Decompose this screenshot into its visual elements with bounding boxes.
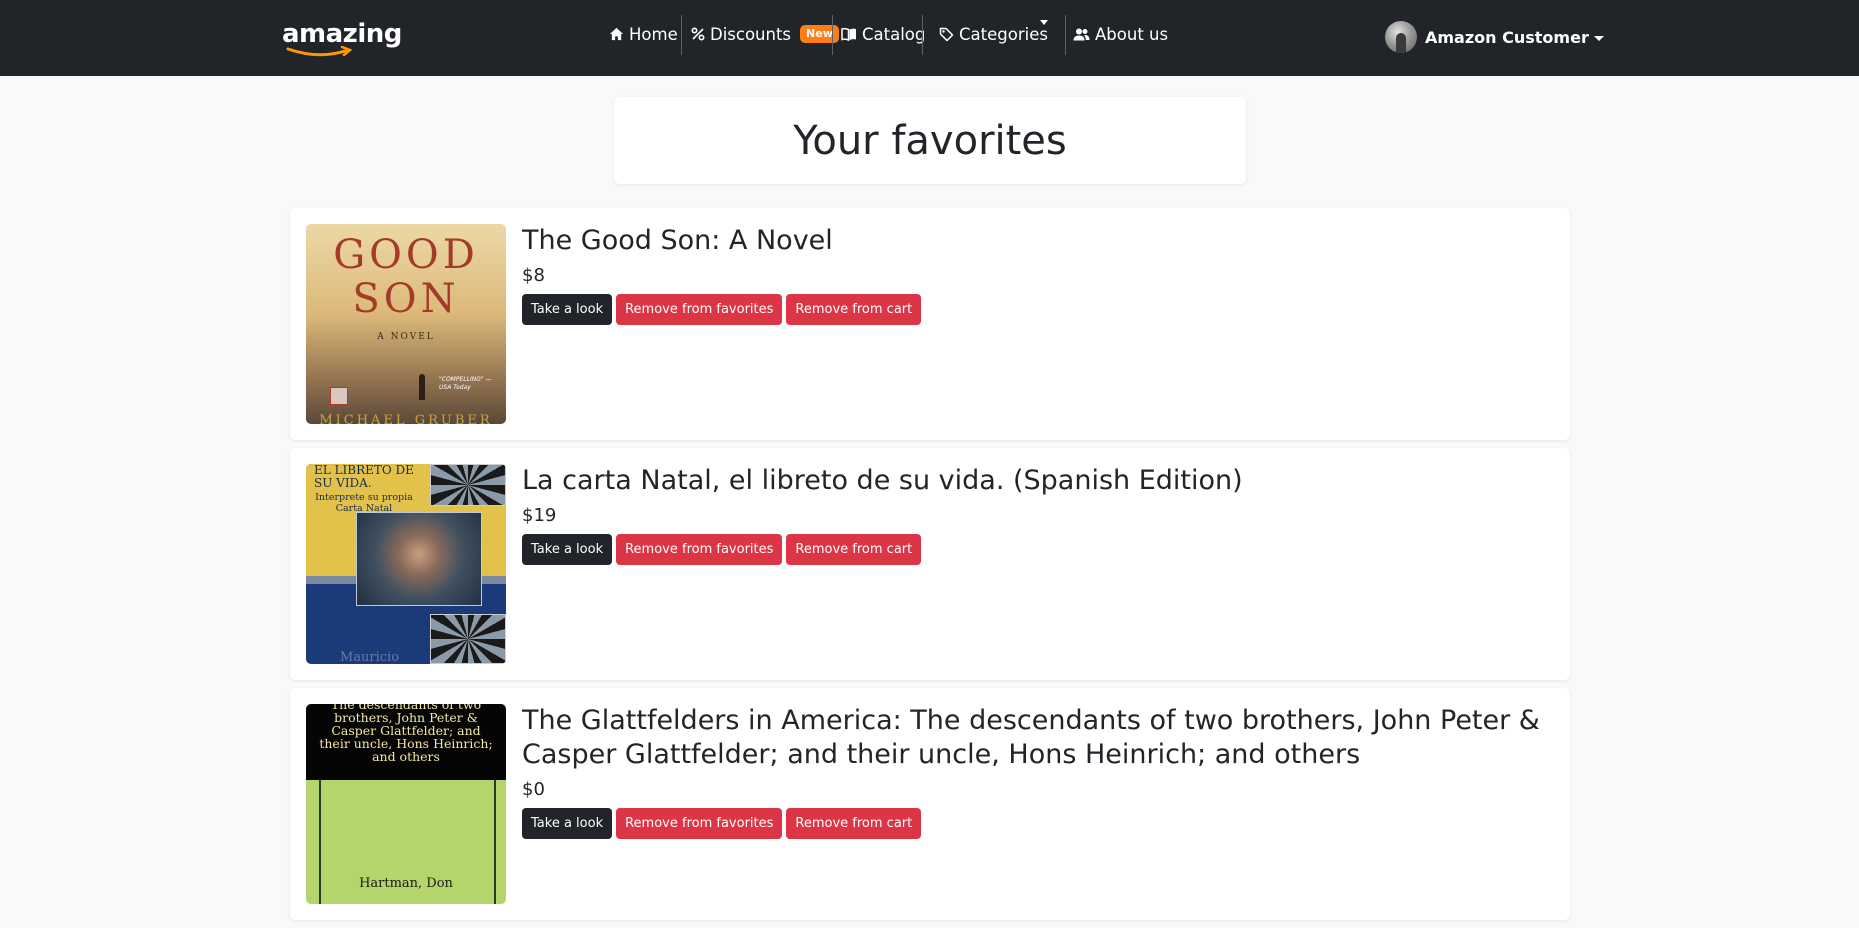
- navbar: amazing Home Discounts New Catalog Categ…: [0, 0, 1859, 76]
- remove-from-favorites-button[interactable]: Remove from favorites: [616, 294, 783, 325]
- nav-about[interactable]: About us: [1073, 21, 1168, 47]
- favorite-item: The descendants of two brothers, John Pe…: [290, 688, 1570, 920]
- product-title: The Good Son: A Novel: [522, 225, 833, 256]
- tag-icon: [939, 27, 954, 41]
- users-icon: [1073, 28, 1090, 40]
- take-a-look-button[interactable]: Take a look: [522, 808, 613, 839]
- percent-icon: [691, 27, 705, 41]
- cover-text: A NOVEL: [377, 332, 435, 342]
- cover-text: Hartman, Don: [359, 876, 453, 891]
- favorite-item: EL LIBRETO DE SU VIDA. Interprete su pro…: [290, 448, 1570, 680]
- brand-logo[interactable]: amazing: [282, 19, 402, 57]
- nav-home[interactable]: Home: [609, 21, 678, 47]
- cover-text: Mauricio: [340, 650, 400, 664]
- product-info: La carta Natal, el libreto de su vida. (…: [522, 464, 1546, 565]
- nav-divider: [681, 15, 682, 55]
- page-title-card: Your favorites: [614, 97, 1246, 184]
- product-actions: Take a look Remove from favorites Remove…: [522, 294, 1546, 325]
- book-cover-image[interactable]: The descendants of two brothers, John Pe…: [306, 704, 506, 904]
- page-title: Your favorites: [793, 117, 1067, 164]
- nav-home-label: Home: [629, 24, 678, 44]
- house-icon: [609, 27, 624, 41]
- nav-categories[interactable]: Categories: [939, 21, 1048, 47]
- cover-image-element: [430, 464, 506, 506]
- book-cover-image[interactable]: EL LIBRETO DE SU VIDA. Interprete su pro…: [306, 464, 506, 664]
- product-actions: Take a look Remove from favorites Remove…: [522, 534, 1546, 565]
- remove-from-favorites-button[interactable]: Remove from favorites: [616, 808, 783, 839]
- remove-from-cart-button[interactable]: Remove from cart: [786, 808, 922, 839]
- nav-divider: [832, 15, 833, 55]
- cover-text: The descendants of two brothers, John Pe…: [319, 704, 493, 764]
- remove-from-favorites-button[interactable]: Remove from favorites: [616, 534, 783, 565]
- product-actions: Take a look Remove from favorites Remove…: [522, 808, 1546, 839]
- cover-figure: [419, 374, 425, 400]
- cover-sticker: [330, 387, 348, 405]
- cover-text: EL LIBRETO DE SU VIDA.: [314, 464, 414, 490]
- cover-image-element: [430, 614, 506, 664]
- product-info: The Good Son: A Novel $8 Take a look Rem…: [522, 224, 1546, 325]
- remove-from-cart-button[interactable]: Remove from cart: [786, 534, 922, 565]
- user-name: Amazon Customer: [1425, 27, 1589, 47]
- nav-catalog-label: Catalog: [862, 24, 926, 44]
- smile-arrow-icon: [286, 46, 353, 57]
- cover-text: Interprete su propia Carta Natal: [315, 492, 413, 514]
- chevron-down-icon: [1593, 35, 1604, 41]
- nav-about-label: About us: [1095, 24, 1169, 44]
- favorite-item: GOOD SON A NOVEL "COMPELLING" —USA Today…: [290, 208, 1570, 440]
- product-info: The Glattfelders in America: The descend…: [522, 704, 1546, 839]
- product-price: $19: [522, 505, 557, 526]
- nav-categories-label: Categories: [959, 24, 1048, 44]
- cover-text: GOOD: [333, 232, 479, 278]
- product-price: $8: [522, 265, 545, 286]
- product-title: La carta Natal, el libreto de su vida. (…: [522, 465, 1243, 496]
- remove-from-cart-button[interactable]: Remove from cart: [786, 294, 922, 325]
- cover-text: MICHAEL GRUBER: [319, 413, 493, 424]
- user-menu[interactable]: Amazon Customer: [1385, 21, 1604, 53]
- brand-name: amazing: [282, 19, 402, 49]
- take-a-look-button[interactable]: Take a look: [522, 534, 613, 565]
- nav-catalog[interactable]: Catalog: [841, 21, 925, 47]
- cover-text: "COMPELLING" —USA Today: [439, 376, 492, 391]
- book-open-icon: [841, 27, 856, 41]
- cover-text: SON: [352, 276, 460, 322]
- chevron-down-icon: [1040, 20, 1048, 25]
- take-a-look-button[interactable]: Take a look: [522, 294, 613, 325]
- cover-photo: [356, 512, 482, 606]
- nav-discounts-label: Discounts: [710, 24, 792, 44]
- nav-divider: [1065, 15, 1066, 55]
- new-badge: New: [800, 25, 839, 43]
- book-cover-image[interactable]: GOOD SON A NOVEL "COMPELLING" —USA Today…: [306, 224, 506, 424]
- product-title: The Glattfelders in America: The descend…: [522, 705, 1540, 770]
- nav-discounts[interactable]: Discounts New: [691, 21, 839, 47]
- nav-divider: [922, 15, 923, 55]
- avatar: [1385, 21, 1417, 53]
- product-price: $0: [522, 779, 545, 800]
